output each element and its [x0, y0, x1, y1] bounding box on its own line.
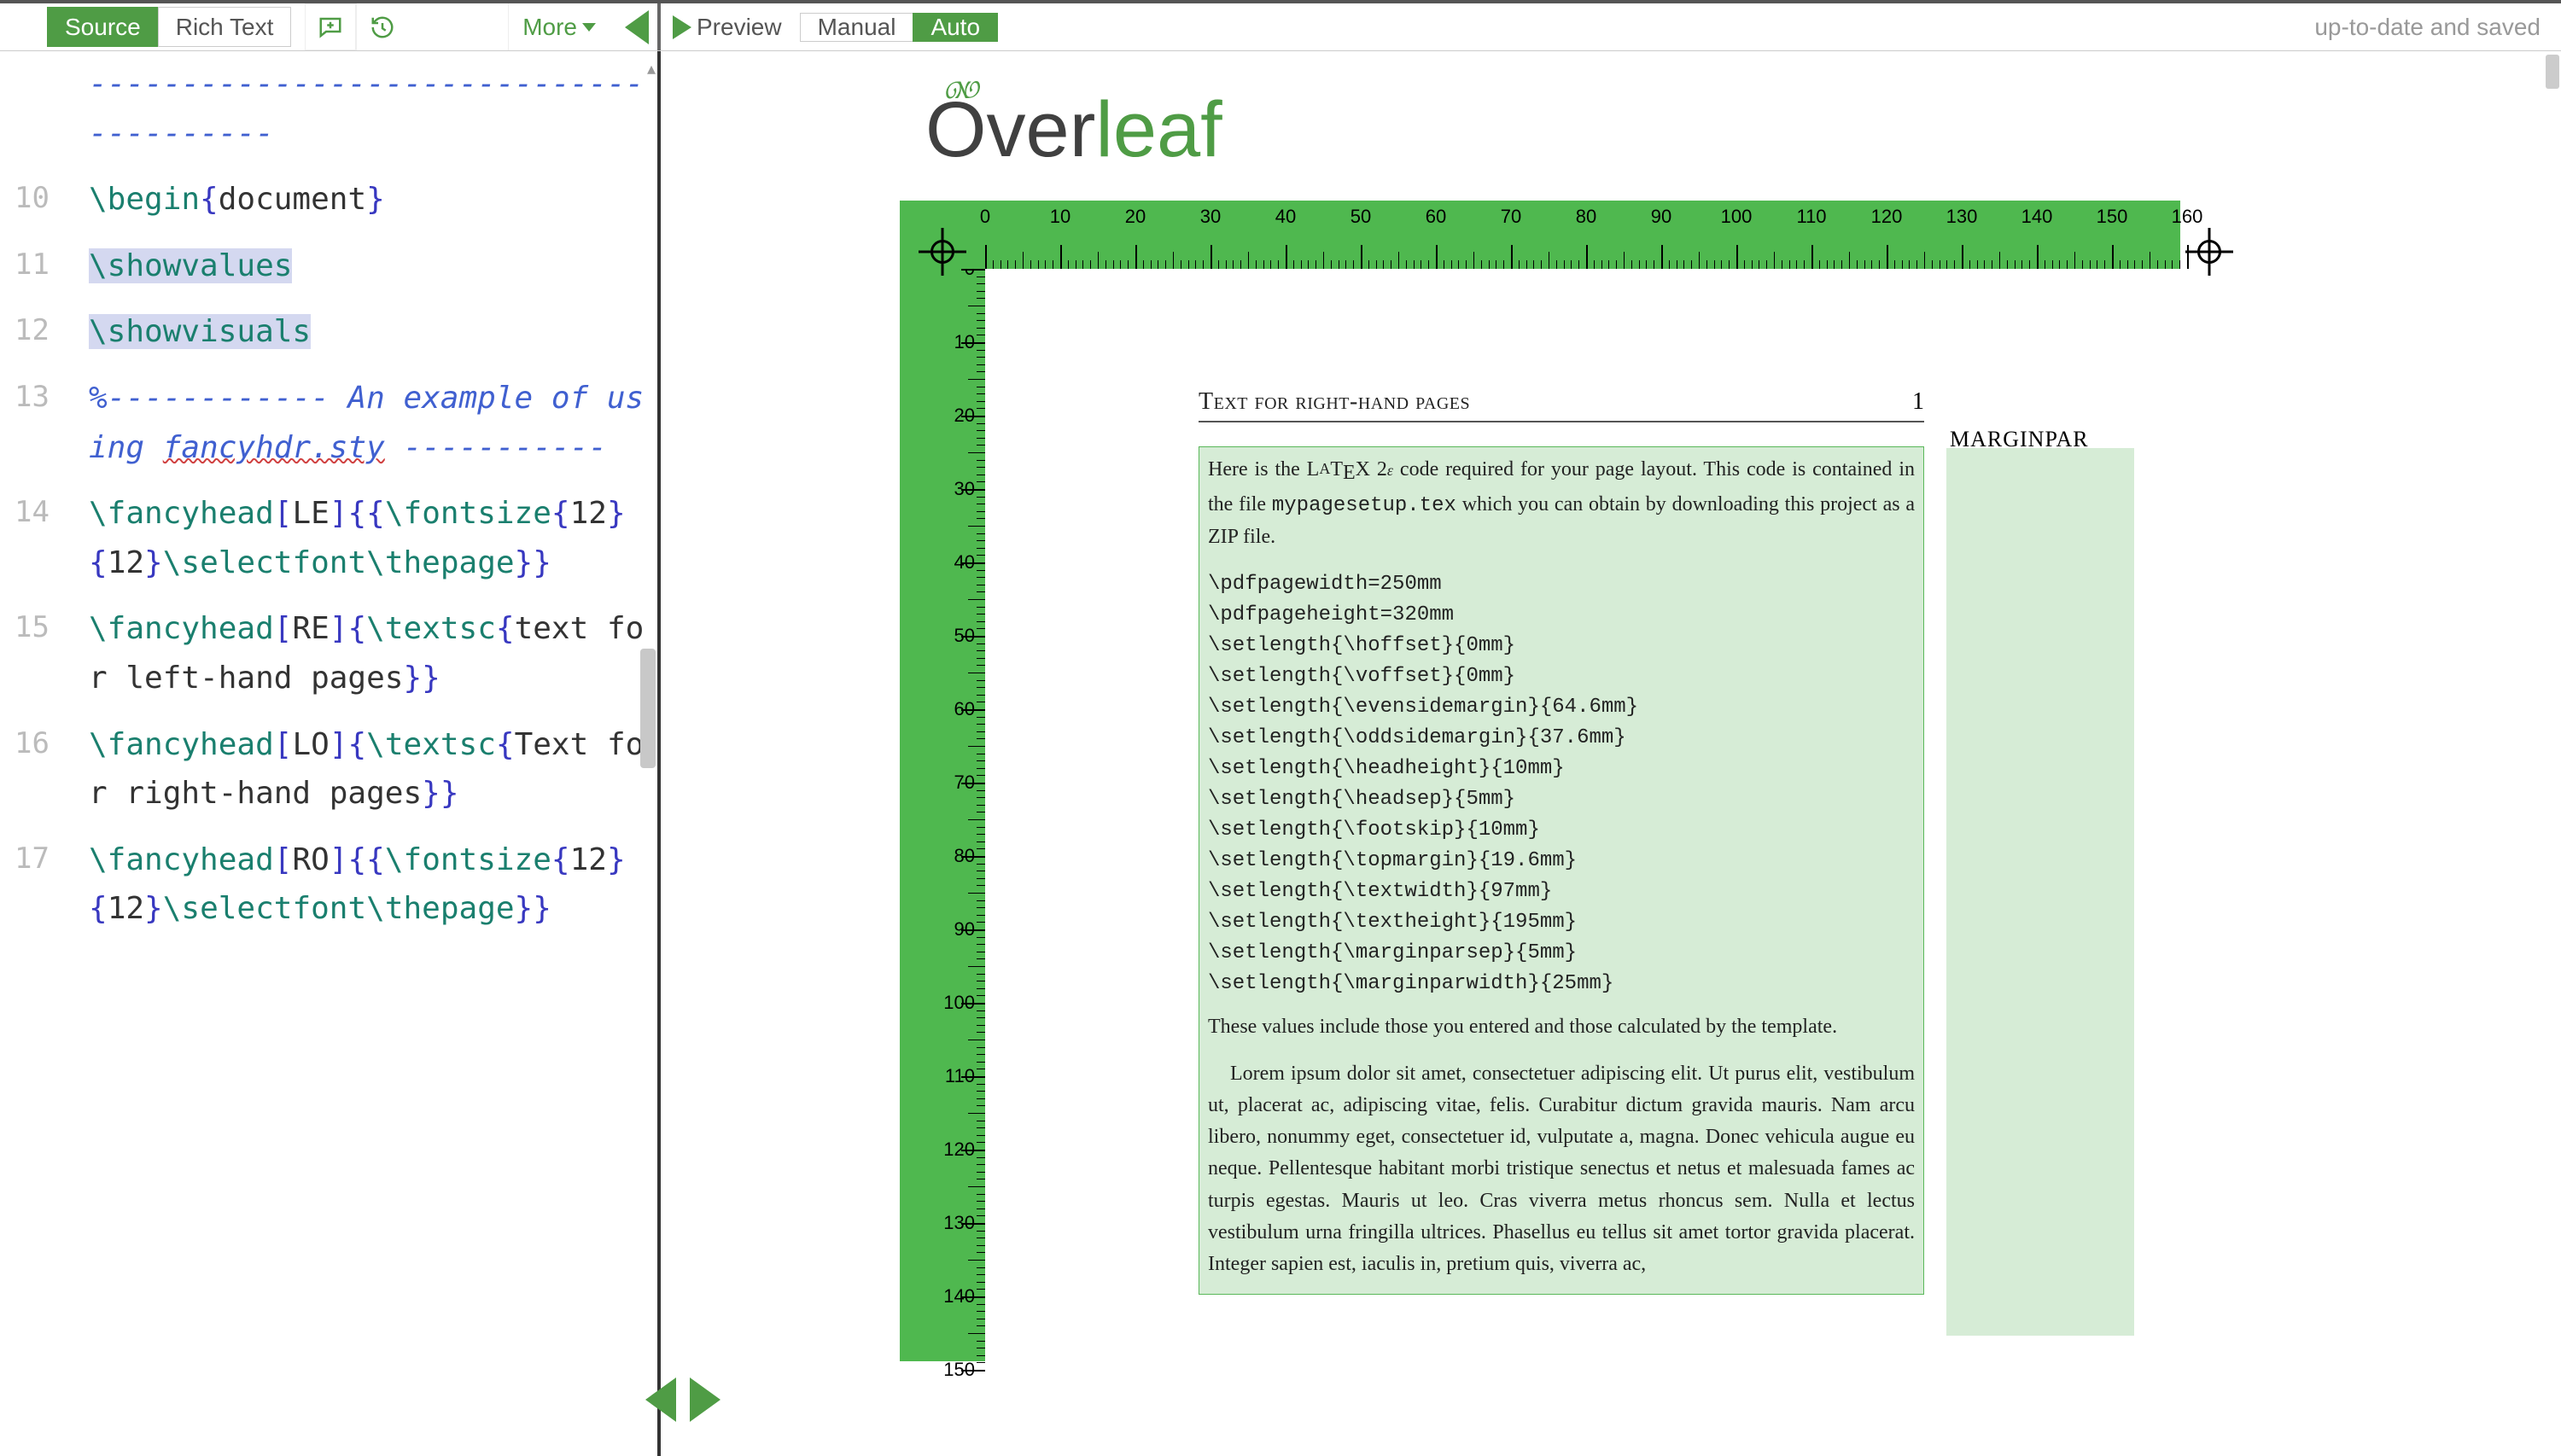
- right-toolbar: Preview Manual Auto up-to-date and saved: [661, 3, 2561, 50]
- manual-button[interactable]: Manual: [800, 13, 914, 42]
- toolbar-row: Source Rich Text More Preview Ma: [0, 3, 2561, 51]
- ruler-h-label: 0: [980, 206, 990, 228]
- editor-scrollbar[interactable]: [639, 102, 657, 1456]
- more-button[interactable]: More: [508, 3, 610, 50]
- para-explain: These values include those you entered a…: [1208, 1011, 1915, 1043]
- crop-mark-tl: [924, 233, 961, 271]
- overleaf-logo: 🙐 Overleaf: [925, 85, 2561, 175]
- line-number: 15: [0, 596, 75, 711]
- history-icon[interactable]: [356, 3, 407, 50]
- more-label: More: [522, 14, 577, 41]
- scroll-thumb[interactable]: [640, 649, 656, 768]
- ruler-h-label: 140: [2021, 206, 2053, 228]
- code-editor[interactable]: ----------------------------------------…: [0, 51, 657, 1456]
- ruler-h-label: 120: [1871, 206, 1903, 228]
- line-number: 11: [0, 233, 75, 300]
- vertical-ruler: 0102030405060708090100110120130140150: [900, 201, 985, 1361]
- code-line[interactable]: %------------ An example of using fancyh…: [75, 365, 657, 480]
- ruler-container: 0102030405060708090100110120130140150 01…: [900, 201, 2180, 1361]
- line-number: 12: [0, 299, 75, 365]
- preview-play-icon[interactable]: [673, 15, 691, 39]
- ruler-h-label: 60: [1426, 206, 1446, 228]
- auto-button[interactable]: Auto: [913, 13, 998, 42]
- latex-codeblock: \pdfpagewidth=250mm \pdfpageheight=320mm…: [1208, 569, 1915, 999]
- code-line[interactable]: \fancyhead[LO]{\textsc{Text for right-ha…: [75, 712, 657, 827]
- ruler-h-label: 160: [2172, 206, 2203, 228]
- preview-canvas: 🙐 Overleaf 01020304050607080901001101201…: [661, 51, 2561, 1456]
- code-line[interactable]: \begin{document}: [75, 166, 657, 233]
- leaf-icon: 🙐: [944, 63, 982, 108]
- main-area: ▴ --------------------------------------…: [0, 51, 2561, 1456]
- line-number: 10: [0, 166, 75, 233]
- ruler-h-label: 40: [1275, 206, 1296, 228]
- code-line[interactable]: \fancyhead[RO]{{\fontsize{12}{12}\select…: [75, 827, 657, 942]
- ruler-h-label: 80: [1576, 206, 1596, 228]
- line-number: 13: [0, 365, 75, 480]
- doc-header: Text for right-hand pages 1: [1199, 388, 1924, 422]
- lorem-para: Lorem ipsum dolor sit amet, consectetuer…: [1208, 1058, 1915, 1280]
- left-toolbar: Source Rich Text More: [0, 3, 661, 50]
- splitter-right-icon[interactable]: [690, 1377, 720, 1422]
- ruler-h-label: 130: [1946, 206, 1978, 228]
- line-number: 16: [0, 712, 75, 827]
- richtext-tab[interactable]: Rich Text: [158, 7, 292, 47]
- crop-mark-tr: [2191, 233, 2228, 271]
- collapse-editor-icon[interactable]: [625, 10, 649, 44]
- page-area: Text for right-hand pages 1 MARGINPAR He…: [985, 269, 2172, 1361]
- splitter-left-icon[interactable]: [645, 1377, 676, 1422]
- ruler-h-label: 100: [1721, 206, 1753, 228]
- comment-icon[interactable]: [305, 3, 356, 50]
- line-number: 17: [0, 827, 75, 942]
- ruler-h-label: 50: [1351, 206, 1371, 228]
- doc-header-pagenum: 1: [1912, 388, 1924, 416]
- code-line[interactable]: ----------------------------------------: [75, 51, 657, 166]
- intro-para: Here is the LATEX 2ε code required for y…: [1208, 454, 1915, 554]
- code-line[interactable]: \fancyhead[LE]{{\fontsize{12}{12}\select…: [75, 480, 657, 596]
- preview-label: Preview: [697, 14, 782, 41]
- preview-column: 🙐 Overleaf 01020304050607080901001101201…: [661, 51, 2561, 1456]
- app-root: Source Rich Text More Preview Ma: [0, 0, 2561, 1456]
- logo-leaf: leaf: [1095, 86, 1222, 173]
- code-line[interactable]: \fancyhead[RE]{\textsc{text for left-han…: [75, 596, 657, 711]
- line-number: 14: [0, 480, 75, 596]
- ruler-h-label: 90: [1651, 206, 1671, 228]
- horizontal-ruler: 0102030405060708090100110120130140150160: [900, 201, 2180, 269]
- save-status: up-to-date and saved: [2294, 3, 2561, 50]
- text-body: Here is the LATEX 2ε code required for y…: [1199, 446, 1924, 1295]
- ruler-h-label: 110: [1796, 206, 1826, 228]
- editor-column: ▴ --------------------------------------…: [0, 51, 661, 1456]
- code-line[interactable]: \showvalues: [75, 233, 657, 300]
- doc-header-title: Text for right-hand pages: [1199, 388, 1470, 416]
- ruler-h-label: 30: [1200, 206, 1221, 228]
- ruler-h-label: 20: [1125, 206, 1146, 228]
- source-tab[interactable]: Source: [47, 7, 159, 47]
- line-number: [0, 51, 75, 166]
- ruler-h-label: 70: [1501, 206, 1521, 228]
- ruler-h-label: 10: [1050, 206, 1070, 228]
- caret-down-icon: [582, 23, 596, 32]
- ruler-h-label: 150: [2097, 206, 2128, 228]
- splitter-arrows: [645, 1377, 720, 1422]
- code-line[interactable]: \showvisuals: [75, 299, 657, 365]
- marginpar-box: [1946, 448, 2134, 1336]
